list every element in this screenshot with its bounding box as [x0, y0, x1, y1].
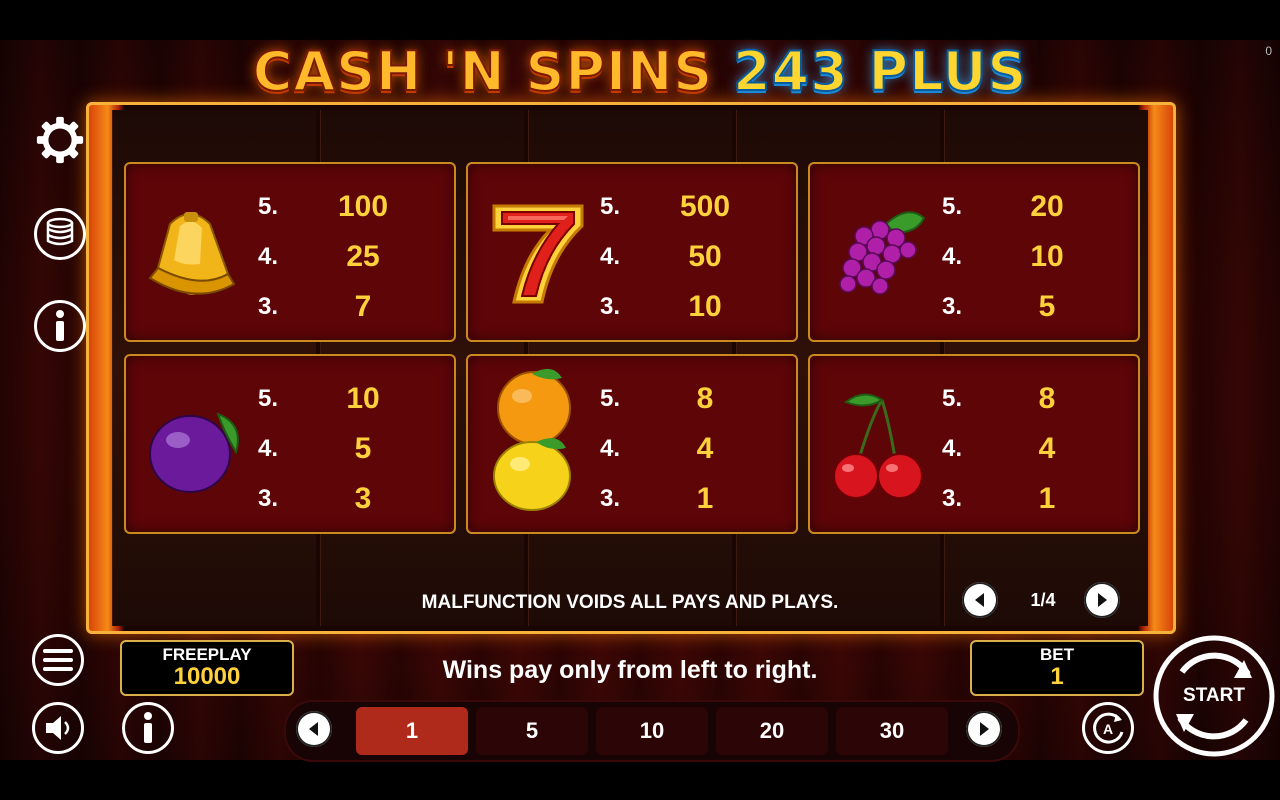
pay-row: 3. 3	[258, 482, 372, 515]
autoplay-button[interactable]: A	[1082, 702, 1134, 754]
pay-row: 4. 50	[600, 240, 722, 273]
title-part-2: 243 PLUS	[732, 39, 1028, 104]
menu-button[interactable]	[32, 634, 84, 686]
freeplay-value: 10000	[173, 663, 241, 690]
bet-prev-button[interactable]	[296, 711, 332, 747]
bet-option[interactable]: 10	[596, 707, 708, 755]
pay-row: 4. 10	[942, 240, 1064, 273]
arrow-right-icon	[980, 722, 989, 736]
bell-icon	[148, 212, 236, 295]
pay-row: 3. 1	[600, 482, 714, 515]
bet-option[interactable]: 5	[476, 707, 588, 755]
speaker-icon	[46, 716, 70, 740]
page-indicator: 1/4	[1030, 590, 1056, 610]
pay-row: 4. 4	[942, 432, 1056, 465]
settings-button[interactable]	[34, 114, 86, 166]
pay-row: 5. 8	[942, 382, 1056, 415]
freeplay-box: FREEPLAY 10000	[120, 640, 294, 696]
bet-label: BET	[1040, 645, 1074, 664]
pay-card-cherry: 5. 8 4. 4 3. 1	[808, 354, 1140, 534]
game-title: CASH 'N SPINS 243 PLUS	[0, 39, 1280, 104]
next-page-button[interactable]	[1084, 582, 1120, 618]
title-part-1: CASH 'N SPINS	[252, 39, 714, 104]
arrow-left-icon	[309, 722, 318, 736]
start-label: START	[1183, 685, 1245, 706]
info-icon	[144, 712, 152, 743]
paytable: 5. 100 4. 25 3. 7 5. 500 4. 50 3. 10 5. …	[124, 162, 1140, 534]
pay-row: 5. 20	[942, 190, 1064, 223]
plum-icon	[149, 412, 239, 493]
autoplay-icon: A	[1093, 712, 1124, 744]
bet-option[interactable]: 1	[356, 707, 468, 755]
pay-row: 4. 4	[600, 432, 714, 465]
arrow-right-icon	[1098, 593, 1107, 607]
pay-row: 3. 5	[942, 290, 1056, 323]
pay-row: 4. 25	[258, 240, 380, 273]
pay-row: 5. 500	[600, 190, 731, 223]
arrow-left-icon	[975, 593, 984, 607]
bet-selector: 1 5 10 20 30	[284, 700, 1020, 762]
menu-icon	[43, 649, 73, 671]
pay-card-bell: 5. 100 4. 25 3. 7	[124, 162, 456, 342]
pay-row: 3. 7	[258, 290, 372, 323]
pay-card-plum: 5. 10 4. 5 3. 3	[124, 354, 456, 534]
wins-message: Wins pay only from left to right.	[442, 656, 818, 684]
bet-value: 1	[1050, 663, 1064, 690]
counter: 0	[1265, 44, 1272, 58]
cherry-icon	[833, 393, 923, 499]
orange-lemon-icon	[493, 368, 571, 511]
pay-row: 3. 10	[600, 290, 722, 323]
info-icon	[56, 310, 64, 341]
prev-page-button[interactable]	[962, 582, 998, 618]
pay-row: 5. 100	[258, 190, 389, 223]
start-button[interactable]: START	[1152, 634, 1276, 758]
pay-card-seven: 5. 500 4. 50 3. 10	[466, 162, 798, 342]
help-button[interactable]	[122, 702, 174, 754]
bet-box: BET 1	[970, 640, 1144, 696]
pay-row: 3. 1	[942, 482, 1056, 515]
bet-option[interactable]: 20	[716, 707, 828, 755]
pay-card-orange-lemon: 5. 8 4. 4 3. 1	[466, 354, 798, 534]
gear-icon	[36, 116, 84, 164]
coins-icon	[46, 217, 74, 246]
pay-row: 4. 5	[258, 432, 372, 465]
pay-card-grapes: 5. 20 4. 10 3. 5	[808, 162, 1140, 342]
bet-next-button[interactable]	[966, 711, 1002, 747]
seven-icon	[492, 204, 584, 304]
info-button[interactable]	[34, 300, 86, 352]
sound-button[interactable]	[32, 702, 84, 754]
coins-button[interactable]	[34, 208, 86, 260]
svg-text:A: A	[1103, 721, 1113, 737]
bet-option[interactable]: 30	[836, 707, 948, 755]
malfunction-notice: MALFUNCTION VOIDS ALL PAYS AND PLAYS.	[421, 592, 839, 613]
grapes-icon	[839, 211, 926, 295]
pay-row: 5. 10	[258, 382, 380, 415]
pay-row: 5. 8	[600, 382, 714, 415]
freeplay-label: FREEPLAY	[162, 645, 252, 664]
